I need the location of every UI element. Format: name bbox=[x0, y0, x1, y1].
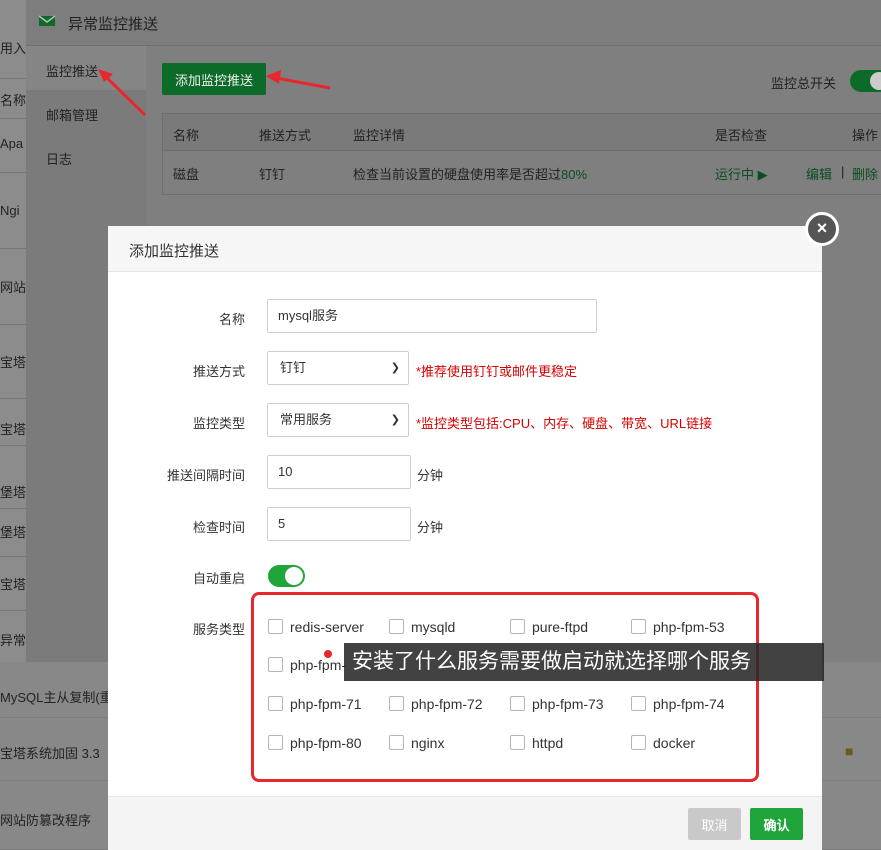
bg-list-item: Apa bbox=[0, 136, 24, 151]
auto-restart-toggle[interactable] bbox=[268, 565, 305, 587]
select-value: 钉钉 bbox=[280, 360, 307, 375]
divider bbox=[0, 248, 26, 249]
cell-detail: 检查当前设置的硬盘使用率是否超过80% bbox=[353, 164, 587, 183]
edit-link[interactable]: 编辑 bbox=[806, 164, 832, 183]
toggle-knob bbox=[870, 72, 881, 90]
interval-unit: 分钟 bbox=[417, 468, 444, 483]
delete-link[interactable]: 删除 bbox=[852, 164, 878, 183]
plugin-row-name: 宝塔系统加固 3.3 bbox=[0, 746, 100, 761]
add-monitor-push-button[interactable]: 添加监控推送 bbox=[162, 63, 266, 95]
divider bbox=[0, 610, 26, 611]
toggle-knob bbox=[285, 567, 303, 585]
bg-list-item: 宝塔 bbox=[0, 355, 26, 370]
monitor-type-hint: *监控类型包括:CPU、内存、硬盘、带宽、URL链接 bbox=[416, 416, 713, 431]
sidebar-item-email[interactable]: 邮箱管理 bbox=[46, 105, 98, 124]
bg-list-item: 异常 bbox=[0, 633, 26, 648]
divider bbox=[0, 118, 26, 119]
bg-list-item: 用入 bbox=[0, 41, 26, 56]
cancel-button[interactable]: 取消 bbox=[688, 808, 741, 840]
push-method-label: 推送方式 bbox=[192, 364, 245, 379]
name-input[interactable]: mysql服务 bbox=[267, 299, 597, 333]
annotation-highlight-box bbox=[251, 592, 759, 782]
folder-icon[interactable]: ■ bbox=[845, 743, 853, 759]
monitor-type-select[interactable]: 常用服务 ❯ bbox=[267, 403, 409, 437]
check-time-input[interactable]: 5 bbox=[267, 507, 411, 541]
select-value: 常用服务 bbox=[280, 412, 333, 427]
sidebar-item-log[interactable]: 日志 bbox=[46, 149, 72, 168]
detail-threshold: 80% bbox=[561, 167, 588, 182]
action-separator: | bbox=[841, 164, 845, 179]
service-type-label: 服务类型 bbox=[192, 622, 245, 637]
bg-list-item: 堡塔 bbox=[0, 485, 26, 500]
divider bbox=[0, 78, 26, 79]
name-label: 名称 bbox=[218, 312, 245, 327]
column-header: 名称 bbox=[173, 128, 200, 143]
chevron-down-icon: ❯ bbox=[390, 362, 400, 374]
cell-name: 磁盘 bbox=[173, 167, 200, 182]
bg-list-item: Ngi bbox=[0, 203, 20, 218]
check-time-label: 检查时间 bbox=[192, 520, 245, 535]
dialog-title: 添加监控推送 bbox=[129, 243, 220, 260]
window-title: 异常监控推送 bbox=[68, 16, 159, 33]
bg-list-item: 堡塔 bbox=[0, 525, 26, 540]
monitor-table: 名称 推送方式 监控详情 是否检查 操作 磁盘 钉钉 检查当前设置的硬盘使用率是… bbox=[162, 113, 881, 195]
bg-list-item: 网站 bbox=[0, 280, 26, 295]
monitor-type-label: 监控类型 bbox=[192, 416, 245, 431]
column-header: 操作 bbox=[852, 128, 879, 143]
divider bbox=[0, 556, 26, 557]
message-icon bbox=[38, 15, 56, 26]
plugin-row-name: 网站防篡改程序 bbox=[0, 813, 92, 828]
detail-text: 检查当前设置的硬盘使用率是否超过 bbox=[353, 167, 562, 182]
interval-input[interactable]: 10 bbox=[267, 455, 411, 489]
divider bbox=[0, 324, 26, 325]
chevron-down-icon: ❯ bbox=[390, 414, 400, 426]
push-method-hint: *推荐使用钉钉或邮件更稳定 bbox=[416, 364, 578, 379]
plugin-row-name: MySQL主从复制(重 bbox=[0, 690, 113, 705]
divider bbox=[0, 172, 26, 173]
master-switch-label: 监控总开关 bbox=[771, 76, 837, 91]
column-header: 是否检查 bbox=[715, 128, 768, 143]
close-icon[interactable]: × bbox=[805, 212, 839, 246]
bg-list-item: 宝塔 bbox=[0, 422, 26, 437]
confirm-button[interactable]: 确认 bbox=[750, 808, 803, 840]
cell-method: 钉钉 bbox=[259, 167, 286, 182]
divider bbox=[0, 398, 26, 399]
window-header: 异常监控推送 bbox=[26, 0, 881, 46]
check-time-unit: 分钟 bbox=[417, 520, 444, 535]
master-switch-toggle[interactable] bbox=[850, 70, 881, 92]
pointer-dot bbox=[324, 650, 332, 658]
bg-list-item: 宝塔 bbox=[0, 577, 26, 592]
interval-label: 推送间隔时间 bbox=[166, 468, 245, 483]
status-run-toggle[interactable]: 运行中 ▶ bbox=[715, 164, 768, 183]
column-header: 监控详情 bbox=[353, 128, 406, 143]
bg-list-item: 名称 bbox=[0, 93, 26, 108]
dialog-footer: 取消 确认 bbox=[108, 796, 822, 850]
sidebar-item-monitor-push[interactable]: 监控推送 bbox=[46, 61, 98, 80]
auto-restart-label: 自动重启 bbox=[192, 571, 245, 586]
add-monitor-dialog: 添加监控推送 × 名称 mysql服务 推送方式 钉钉 ❯ *推荐使用钉钉或邮件更… bbox=[108, 212, 839, 850]
column-header: 推送方式 bbox=[259, 128, 312, 143]
divider bbox=[0, 508, 26, 509]
divider bbox=[0, 445, 26, 446]
push-method-select[interactable]: 钉钉 ❯ bbox=[267, 351, 409, 385]
dialog-header: 添加监控推送 bbox=[108, 226, 822, 272]
tutorial-caption: 安装了什么服务需要做启动就选择哪个服务 bbox=[344, 643, 824, 681]
